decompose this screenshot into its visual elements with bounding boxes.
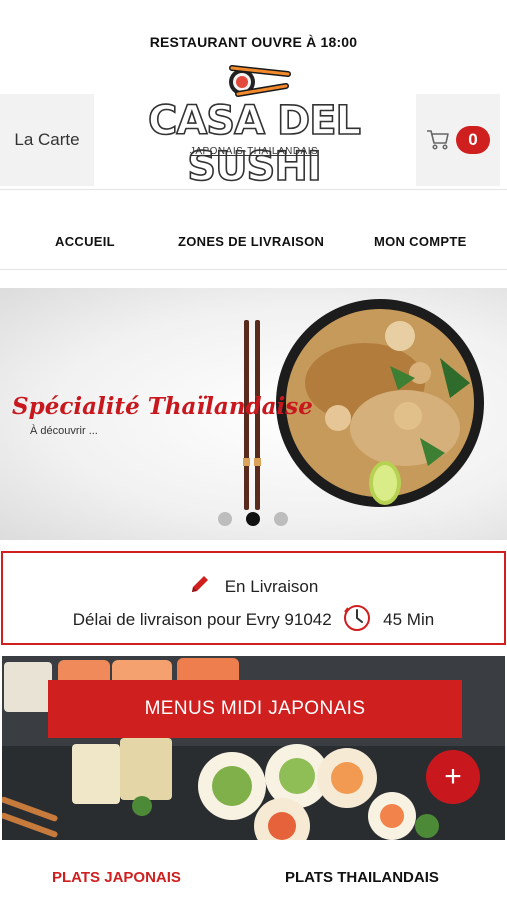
cart-icon bbox=[427, 130, 449, 150]
banner-title: Spécialité Thaïlandaise bbox=[12, 393, 313, 420]
plus-icon: + bbox=[444, 760, 462, 793]
la-carte-button[interactable]: La Carte bbox=[0, 94, 94, 186]
carousel-dot-1[interactable] bbox=[218, 512, 232, 526]
logo-title: CASA DEL SUSHI bbox=[147, 97, 362, 191]
header-divider bbox=[0, 189, 507, 190]
main-nav: ACCUEIL ZONES DE LIVRAISON MON COMPTE bbox=[0, 228, 507, 256]
opening-notice: RESTAURANT OUVRE À 18:00 bbox=[149, 34, 358, 50]
cart-button[interactable]: 0 bbox=[416, 94, 500, 186]
nav-divider bbox=[0, 269, 507, 270]
promo-section: MENUS MIDI JAPONAIS + bbox=[2, 656, 505, 840]
category-tabs: PLATS JAPONAIS PLATS THAILANDAIS bbox=[0, 841, 507, 900]
nav-accueil[interactable]: ACCUEIL bbox=[55, 234, 115, 249]
clock-icon bbox=[344, 605, 371, 631]
promo-carousel[interactable]: Spécialité Thaïlandaise À découvrir ... bbox=[0, 288, 507, 540]
delivery-mode-label: En Livraison bbox=[224, 577, 319, 596]
delivery-text: Délai de livraison pour Evry 91042 bbox=[72, 610, 332, 629]
sushi-logo-icon bbox=[229, 65, 291, 97]
logo-subtitle: JAPONAIS-THAILANDAIS bbox=[189, 146, 319, 157]
tab-plats-japonais[interactable]: PLATS JAPONAIS bbox=[52, 869, 181, 886]
nav-zones-de-livraison[interactable]: ZONES DE LIVRAISON bbox=[178, 234, 324, 249]
menus-midi-japonais-button[interactable]: MENUS MIDI JAPONAIS bbox=[48, 680, 462, 738]
tab-plats-thailandais[interactable]: PLATS THAILANDAIS bbox=[285, 869, 439, 886]
delivery-info-box[interactable]: En Livraison Délai de livraison pour Evr… bbox=[1, 551, 506, 645]
nav-mon-compte[interactable]: MON COMPTE bbox=[374, 234, 467, 249]
carousel-dots bbox=[218, 512, 288, 526]
carousel-dot-2[interactable] bbox=[246, 512, 260, 526]
add-button[interactable]: + bbox=[426, 750, 480, 804]
delivery-time: 45 Min bbox=[383, 610, 435, 629]
delivery-mode: En Livraison bbox=[3, 573, 504, 597]
la-carte-label: La Carte bbox=[14, 130, 80, 149]
cart-count-badge: 0 bbox=[456, 126, 490, 154]
pencil-icon bbox=[191, 576, 208, 592]
banner-subtitle: À découvrir ... bbox=[30, 425, 98, 437]
delivery-time-line: Délai de livraison pour Evry 91042 45 Mi… bbox=[3, 603, 504, 633]
logo[interactable]: CASA DEL SUSHI JAPONAIS-THAILANDAIS bbox=[128, 60, 380, 191]
carousel-dot-3[interactable] bbox=[274, 512, 288, 526]
